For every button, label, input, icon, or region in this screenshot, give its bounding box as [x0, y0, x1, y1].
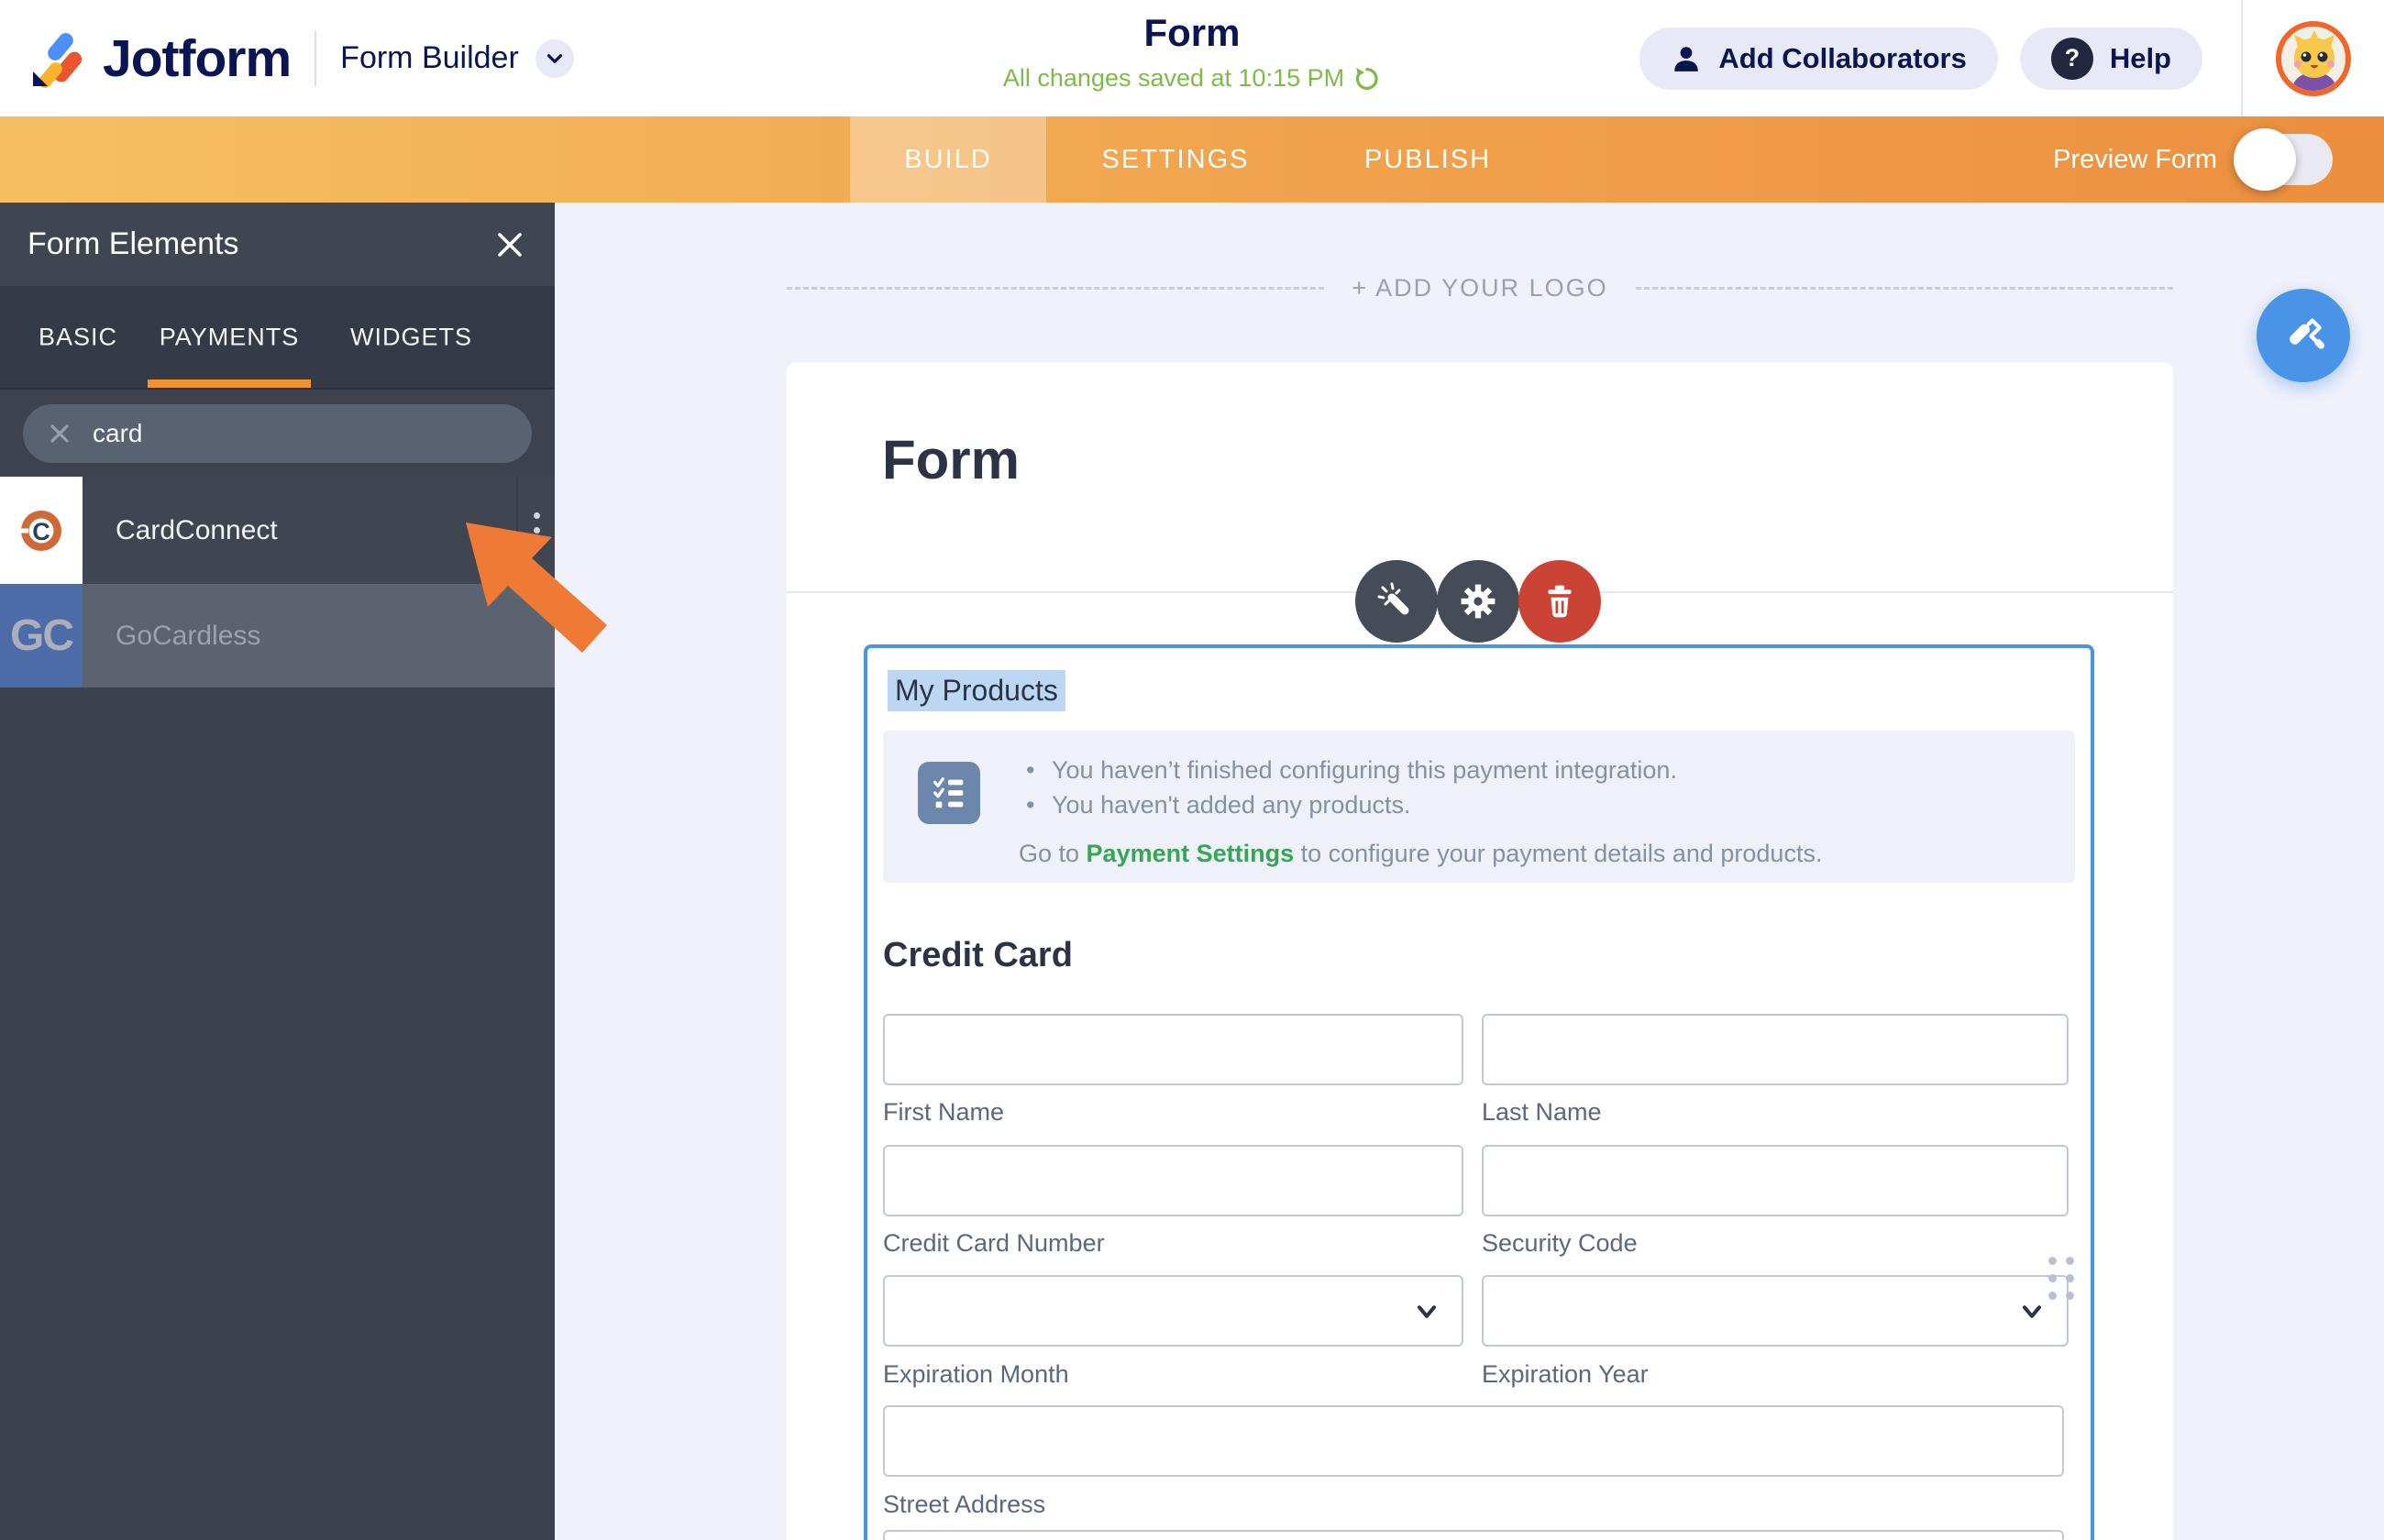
payment-item-label: CardConnect: [116, 514, 278, 545]
autosave-status: All changes saved at 10:15 PM: [1003, 64, 1381, 93]
header-divider: [2241, 0, 2243, 116]
header-right: Add Collaborators ? Help: [1639, 0, 2384, 116]
warning-bullets: You haven’t finished configuring this pa…: [1019, 753, 1822, 822]
header-left: Jotform Form Builder: [0, 0, 574, 116]
question-mark-icon: ?: [2050, 37, 2093, 80]
expiration-month-label: Expiration Month: [883, 1360, 1069, 1388]
form-title[interactable]: Form: [1003, 11, 1381, 55]
payment-warning-box: You haven’t finished configuring this pa…: [883, 731, 2075, 883]
selected-payment-field[interactable]: My Products Yo: [864, 644, 2094, 1540]
dashed-line: [787, 287, 1325, 290]
ribbon-tabs: BUILD SETTINGS PUBLISH: [850, 116, 1551, 203]
panel-header: Form Elements: [0, 203, 555, 286]
header-divider: [315, 30, 317, 86]
form-builder-app: Jotform Form Builder Form All changes sa…: [0, 0, 2384, 1540]
form-builder-menu[interactable]: Form Builder: [340, 38, 574, 78]
add-collaborators-button[interactable]: Add Collaborators: [1639, 27, 1998, 90]
tab-settings[interactable]: SETTINGS: [1046, 116, 1305, 203]
cat-avatar-icon: [2281, 26, 2345, 91]
panel-title: Form Elements: [28, 226, 239, 261]
action-prefix: Go to: [1019, 840, 1087, 867]
paint-roller-icon: [2290, 318, 2325, 349]
expiration-year-select[interactable]: [1482, 1275, 2069, 1347]
preview-form-toggle[interactable]: [2234, 128, 2333, 191]
payment-warning-text: You haven’t finished configuring this pa…: [1019, 753, 1822, 870]
toggle-knob: [2234, 128, 2296, 191]
gocardless-logo-icon: GC: [0, 584, 83, 688]
field-label-editable[interactable]: My Products: [888, 670, 1065, 711]
brand-name: Jotform: [103, 28, 292, 88]
add-logo-label: + ADD YOUR LOGO: [1352, 274, 1608, 302]
payment-item-cardconnect[interactable]: C CardConnect: [0, 477, 555, 584]
first-name-label: First Name: [883, 1098, 1005, 1126]
street-address-label: Street Address: [883, 1490, 1046, 1518]
address-line2-input[interactable]: [883, 1530, 2064, 1540]
magic-wand-button[interactable]: [1355, 560, 1438, 643]
trash-button[interactable]: [1518, 560, 1601, 643]
top-header: Jotform Form Builder Form All changes sa…: [0, 0, 2384, 116]
search-pill: [23, 403, 532, 463]
tab-payments[interactable]: PAYMENTS: [148, 323, 311, 351]
panel-search-area: [0, 390, 555, 477]
warning-action-line: Go to Payment Settings to configure your…: [1019, 837, 1822, 870]
header-center: Form All changes saved at 10:15 PM: [1003, 11, 1381, 93]
app-name: Form Builder: [340, 40, 519, 75]
form-canvas: + ADD YOUR LOGO Form My Products • You h…: [555, 203, 2384, 1540]
autosave-text: All changes saved at 10:15 PM: [1002, 64, 1345, 92]
chevron-down-icon[interactable]: [535, 38, 574, 78]
credit-card-heading: Credit Card: [883, 936, 1073, 974]
street-address-input[interactable]: [883, 1405, 2064, 1477]
active-tab-underline: [148, 380, 311, 388]
add-logo-strip[interactable]: + ADD YOUR LOGO: [787, 274, 2174, 302]
credit-card-number-label: Credit Card Number: [883, 1229, 1105, 1257]
form-card: Form My Products • You haven’t finished …: [787, 362, 2173, 1540]
field-action-buttons: [1355, 560, 1601, 643]
kebab-menu-icon[interactable]: [516, 477, 555, 584]
close-icon[interactable]: [492, 227, 527, 262]
help-button[interactable]: ? Help: [2019, 27, 2202, 90]
jotform-logo[interactable]: Jotform: [28, 28, 292, 89]
preview-form-label: Preview Form: [2053, 144, 2217, 174]
user-avatar[interactable]: [2276, 20, 2351, 96]
checklist-icon: [918, 762, 980, 824]
tab-widgets[interactable]: WIDGETS: [350, 323, 472, 351]
revision-history-icon[interactable]: [1353, 65, 1381, 93]
expiration-year-label: Expiration Year: [1482, 1360, 1649, 1388]
payment-item-label: GoCardless: [116, 620, 261, 651]
cardconnect-logo-icon: C: [0, 477, 83, 584]
clear-search-icon[interactable]: [47, 421, 72, 446]
tab-basic[interactable]: BASIC: [39, 323, 117, 351]
form-designer-button[interactable]: [2257, 289, 2350, 382]
last-name-label: Last Name: [1482, 1098, 1602, 1126]
add-collaborators-label: Add Collaborators: [1718, 41, 1967, 74]
warning-bullet: You haven’t finished configuring this pa…: [1019, 753, 1822, 787]
drag-handle[interactable]: [2048, 1257, 2074, 1300]
gear-button[interactable]: [1437, 560, 1519, 643]
tab-publish[interactable]: PUBLISH: [1305, 116, 1551, 203]
payment-settings-link[interactable]: Payment Settings: [1087, 840, 1295, 867]
payment-item-gocardless[interactable]: GC GoCardless: [0, 584, 555, 688]
panel-tabs: BASIC PAYMENTS WIDGETS: [0, 286, 555, 390]
security-code-label: Security Code: [1482, 1229, 1638, 1257]
chevron-down-icon: [1412, 1297, 1441, 1331]
expiration-month-select[interactable]: [883, 1275, 1463, 1347]
help-label: Help: [2109, 41, 2171, 74]
preview-form-control: Preview Form: [2053, 116, 2333, 203]
svg-text:C: C: [32, 518, 50, 545]
jotform-logo-icon: [33, 32, 83, 88]
credit-card-number-input[interactable]: [883, 1145, 1463, 1216]
last-name-input[interactable]: [1482, 1014, 2069, 1085]
builder-ribbon: BUILD SETTINGS PUBLISH Preview Form: [0, 116, 2384, 203]
form-heading[interactable]: Form: [882, 428, 1020, 491]
warning-bullet: You haven't added any products.: [1019, 787, 1822, 822]
chevron-down-icon: [2017, 1297, 2047, 1331]
dashed-line: [1635, 287, 2174, 290]
action-suffix: to configure your payment details and pr…: [1294, 840, 1823, 867]
search-input[interactable]: [93, 418, 508, 448]
first-name-input[interactable]: [883, 1014, 1463, 1085]
tab-build[interactable]: BUILD: [850, 116, 1046, 203]
form-elements-panel: Form Elements BASIC PAYMENTS WIDGETS car…: [0, 203, 555, 1540]
security-code-input[interactable]: [1482, 1145, 2069, 1216]
person-icon: [1674, 46, 1699, 72]
